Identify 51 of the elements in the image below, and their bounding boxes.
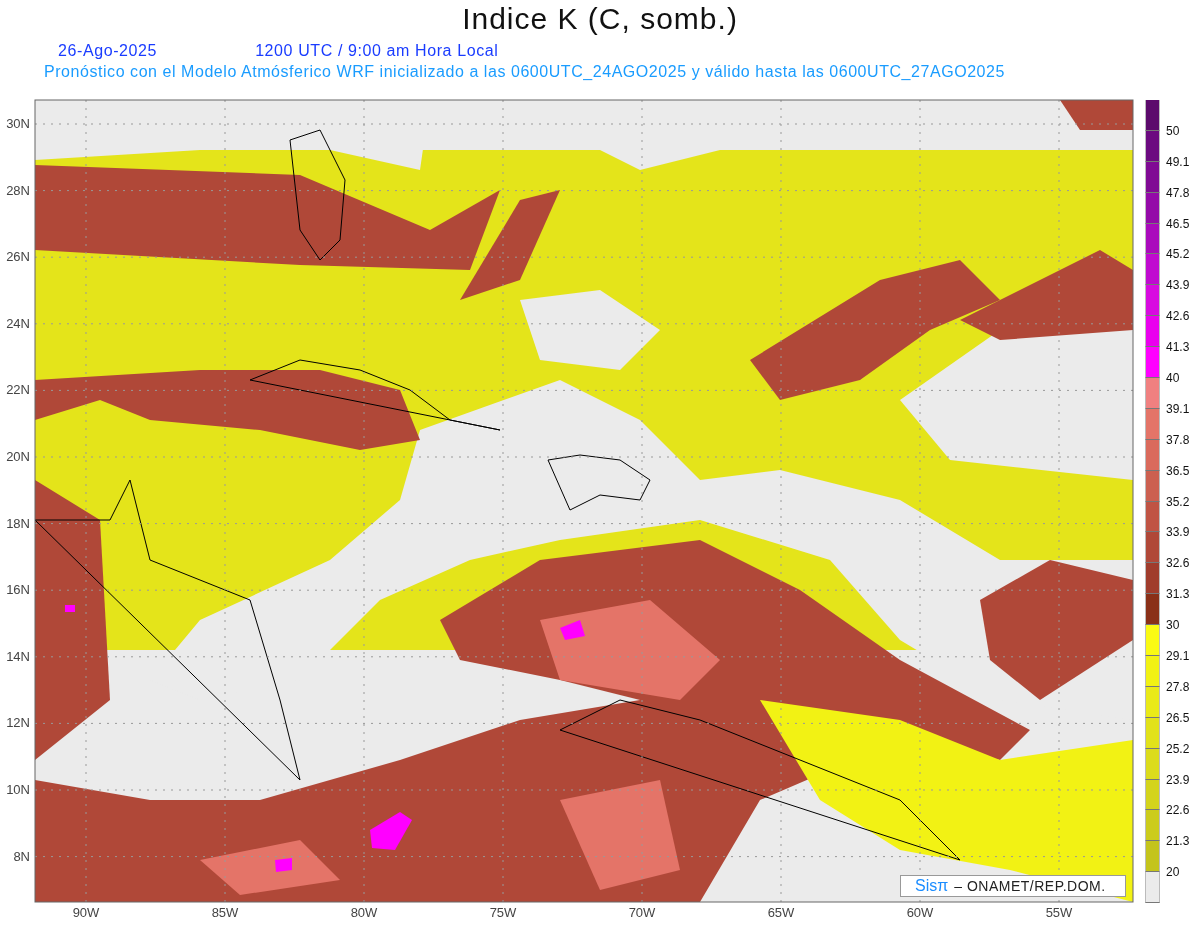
latitude-label: 10N <box>6 782 30 797</box>
colorbar-label: 35.2 <box>1166 495 1190 508</box>
longitude-label: 90W <box>72 905 100 920</box>
forecast-subtitle: Pronóstico con el Modelo Atmósferico WRF inicializado a las 0600UTC_24AGO2025 y válido hasta las 0600UTC_27AGO2025 <box>43 63 1006 81</box>
longitude-label: 55W <box>1045 905 1073 920</box>
colorbar-label: 26.5 <box>1166 711 1190 724</box>
colorbar-label: 22.6 <box>1166 804 1190 817</box>
forecast-date: 26-Ago-2025 <box>58 42 158 60</box>
colorbar-label: 33.9 <box>1166 526 1190 539</box>
colorbar-label: 37.8 <box>1166 433 1190 446</box>
longitude-label: 75W <box>489 905 517 920</box>
colorbar-label: 42.6 <box>1166 310 1190 323</box>
colorbar-label: 21.3 <box>1166 835 1190 848</box>
latitude-label: 16N <box>6 582 30 598</box>
latitude-label: 28N <box>6 182 30 198</box>
colorbar-label: 36.5 <box>1166 464 1190 477</box>
colorbar-label: 45.2 <box>1166 248 1190 261</box>
latitude-label: 18N <box>6 515 30 531</box>
colorbar-label: 25.2 <box>1166 742 1190 755</box>
colorbar-label: 40 <box>1166 372 1180 384</box>
longitude-label: 65W <box>767 905 795 920</box>
latitude-label: 8N <box>13 848 30 864</box>
longitude-label: 70W <box>628 905 656 920</box>
latitude-label: 22N <box>6 382 30 398</box>
colorbar-label: 46.5 <box>1166 217 1190 230</box>
credit-text: – ONAMET/REP.DOM. <box>954 878 1106 894</box>
colorbar-label: 50 <box>1166 124 1180 137</box>
colorbar-label: 27.8 <box>1166 680 1190 693</box>
colorbar-label: 31.3 <box>1166 588 1190 601</box>
longitude-label: 80W <box>350 905 378 920</box>
colorbar-label: 29.1 <box>1166 650 1190 663</box>
colorbar-label: 49.1 <box>1166 155 1190 168</box>
colorbar-label: 47.8 <box>1166 186 1190 199</box>
forecast-time: 1200 UTC / 9:00 am Hora Local <box>255 42 499 60</box>
latitude-label: 20N <box>6 449 30 464</box>
colorbar-label: 20 <box>1166 866 1180 879</box>
longitude-label: 85W <box>211 905 239 920</box>
latitude-label: 30N <box>6 116 30 131</box>
chart-title: Indice K (C, somb.) <box>461 1 739 37</box>
colorbar-label: 43.9 <box>1166 279 1190 292</box>
brand-logo-text: Sisπ <box>915 877 949 895</box>
latitude-label: 12N <box>6 715 30 731</box>
colorbar-label: 30 <box>1166 619 1180 632</box>
latitude-label: 26N <box>6 249 30 265</box>
colorbar-label: 41.3 <box>1166 341 1190 354</box>
colorbar-label: 39.1 <box>1166 402 1190 415</box>
latitude-label: 14N <box>6 648 30 664</box>
longitude-label: 60W <box>906 905 934 920</box>
colorbar-label: 23.9 <box>1166 773 1190 786</box>
latitude-label: 24N <box>6 315 30 331</box>
colorbar-label: 32.6 <box>1166 557 1190 570</box>
